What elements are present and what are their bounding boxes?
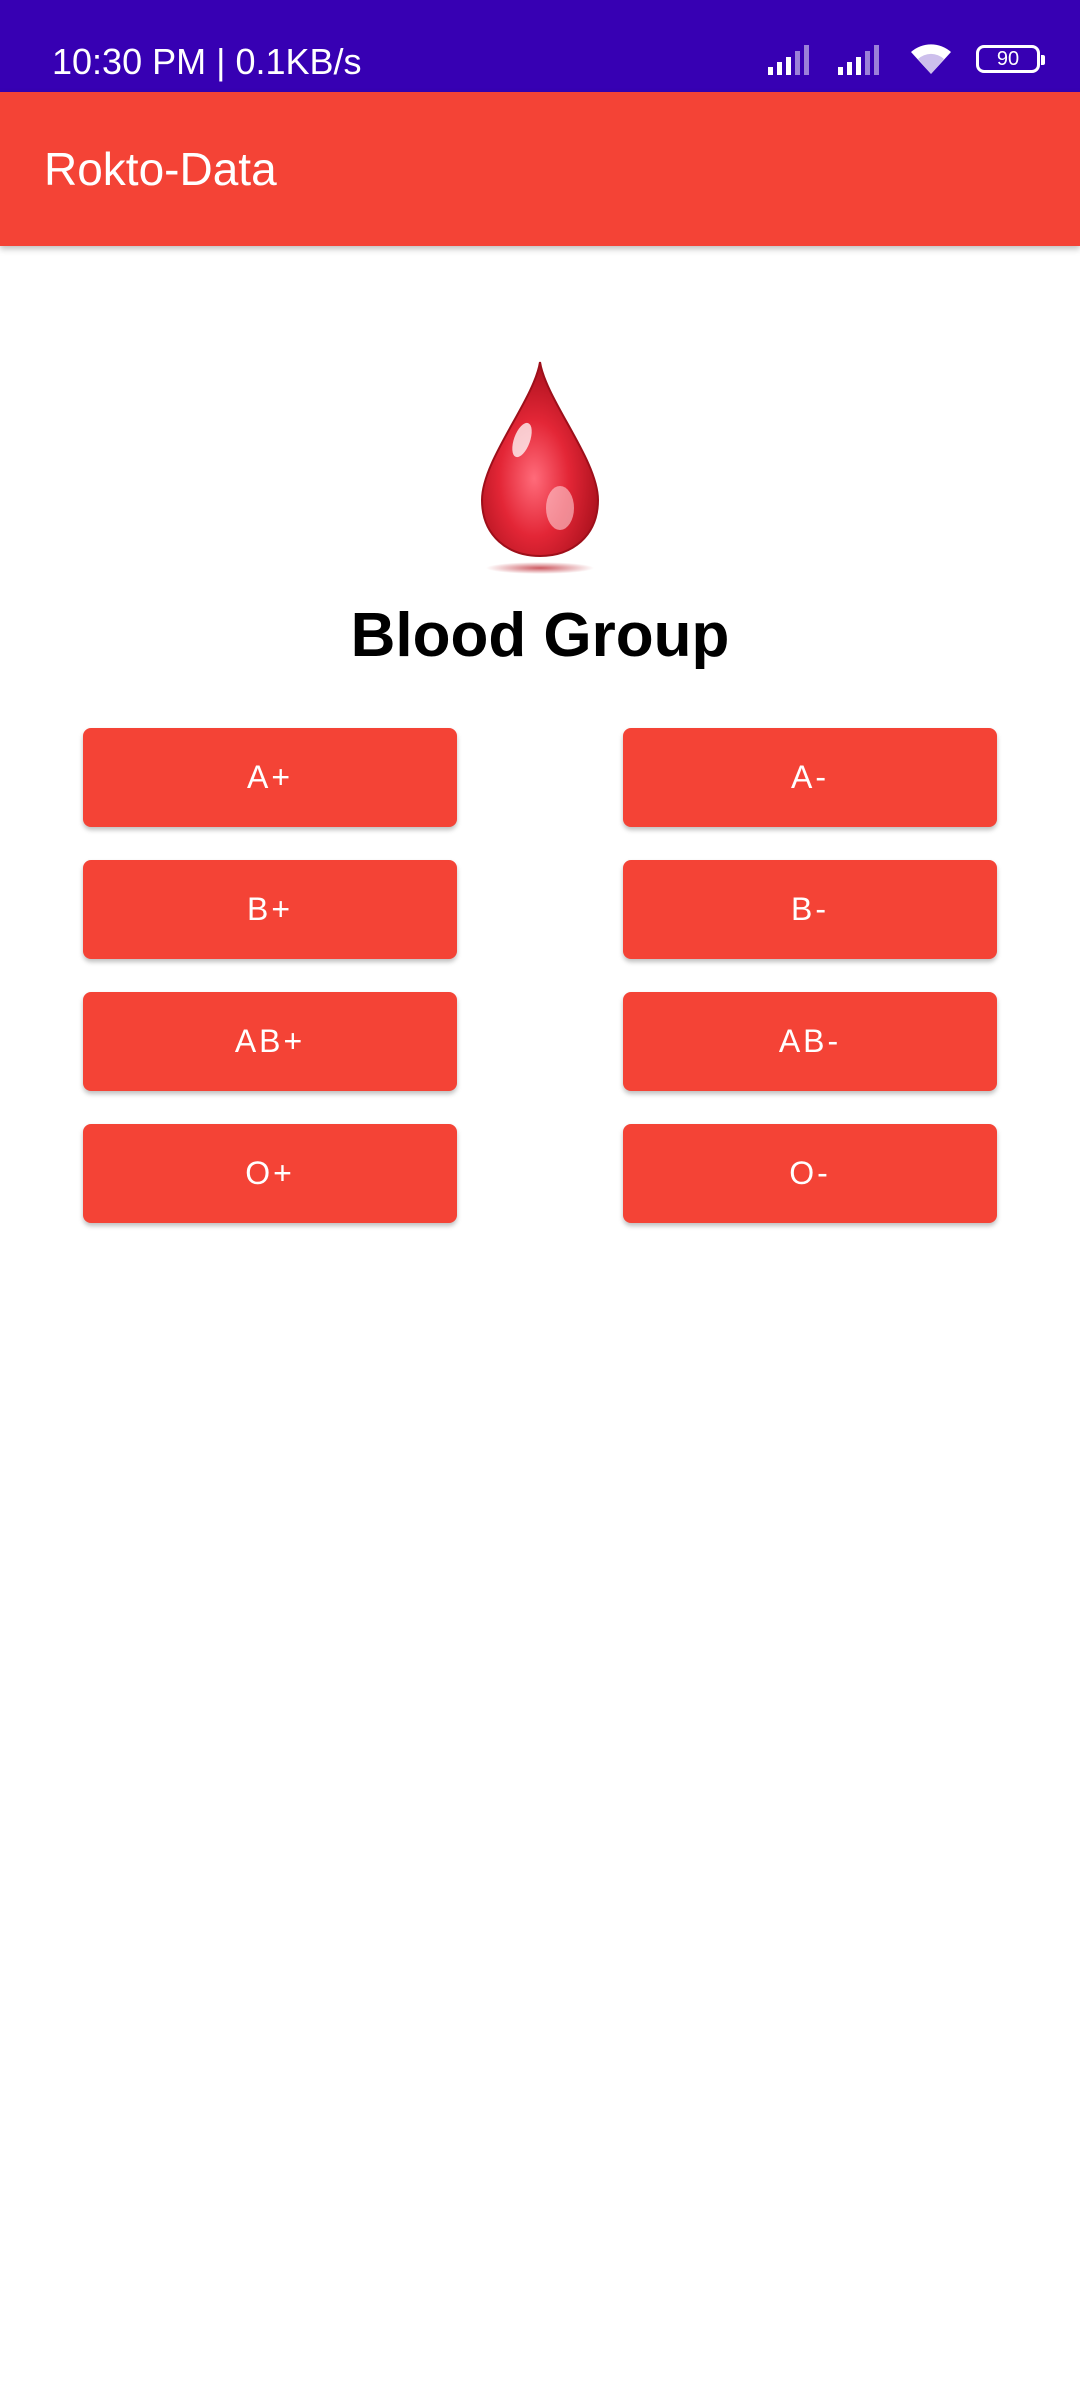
page-title: Blood Group: [350, 601, 730, 670]
app-title: Rokto-Data: [44, 143, 277, 195]
battery-icon: 90: [976, 45, 1045, 73]
o-negative-button[interactable]: O-: [623, 1124, 997, 1223]
blood-drop-icon: [474, 360, 606, 580]
b-positive-button[interactable]: B+: [83, 860, 457, 959]
status-time-speed: 10:30 PM | 0.1KB/s: [52, 41, 362, 82]
signal-icon: [768, 43, 816, 75]
status-bar: 10:30 PM | 0.1KB/s 90: [0, 0, 1080, 92]
battery-level: 90: [996, 47, 1020, 70]
app-bar: Rokto-Data: [0, 92, 1080, 246]
signal-icon: [838, 43, 886, 75]
a-positive-button[interactable]: A+: [83, 728, 457, 827]
wifi-icon: [908, 42, 954, 76]
status-icons: 90: [768, 38, 1045, 80]
ab-positive-button[interactable]: AB+: [83, 992, 457, 1091]
b-negative-button[interactable]: B-: [623, 860, 997, 959]
a-negative-button[interactable]: A-: [623, 728, 997, 827]
o-positive-button[interactable]: O+: [83, 1124, 457, 1223]
ab-negative-button[interactable]: AB-: [623, 992, 997, 1091]
